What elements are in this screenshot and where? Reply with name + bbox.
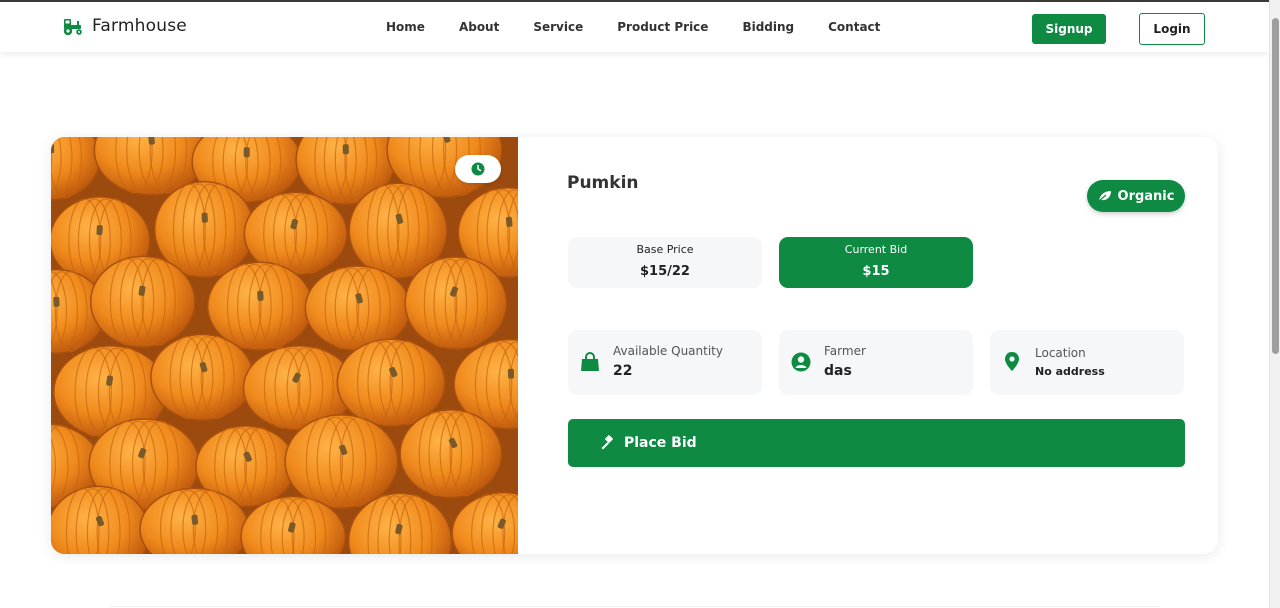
leaf-icon	[1098, 191, 1111, 202]
quantity-box: Available Quantity 22	[568, 330, 762, 395]
pumpkin-shape	[399, 409, 503, 499]
tractor-icon	[63, 19, 82, 36]
nav-link-home[interactable]: Home	[386, 20, 425, 34]
login-button[interactable]: Login	[1139, 13, 1205, 45]
gavel-icon	[601, 435, 613, 450]
pumpkin-shape	[206, 261, 314, 351]
shopping-bag-icon	[581, 352, 599, 371]
base-price-box: Base Price $15/22	[568, 237, 762, 288]
footer-divider	[110, 606, 1160, 607]
place-bid-label: Place Bid	[624, 435, 697, 451]
navbar: Farmhouse Home About Service Product Pri…	[0, 2, 1269, 52]
pumpkin-shape	[336, 338, 446, 428]
pumpkin-shape	[304, 265, 411, 352]
current-bid-value: $15	[862, 264, 890, 279]
nav-link-service[interactable]: Service	[533, 20, 583, 34]
page: Farmhouse Home About Service Product Pri…	[0, 0, 1269, 608]
nav-link-product-price[interactable]: Product Price	[617, 20, 708, 34]
pumpkin-shape	[150, 333, 255, 421]
timer-badge[interactable]	[455, 155, 501, 183]
product-card: Pumkin Organic Base Price $15/22 Current…	[51, 137, 1218, 554]
page-scrollbar[interactable]	[1269, 0, 1280, 608]
nav-link-contact[interactable]: Contact	[828, 20, 880, 34]
quantity-label: Available Quantity	[613, 344, 723, 358]
current-bid-label: Current Bid	[844, 243, 908, 256]
current-bid-box: Current Bid $15	[779, 237, 973, 288]
farmer-label: Farmer	[824, 344, 866, 358]
brand-name: Farmhouse	[92, 16, 187, 36]
scrollbar-thumb[interactable]	[1272, 18, 1279, 354]
farmer-box: Farmer das	[779, 330, 973, 395]
place-bid-button[interactable]: Place Bid	[568, 419, 1185, 467]
farmer-value: das	[824, 363, 852, 379]
map-pin-icon	[1005, 352, 1019, 371]
nav-link-about[interactable]: About	[459, 20, 499, 34]
organic-label: Organic	[1117, 188, 1175, 204]
base-price-value: $15/22	[640, 264, 690, 279]
nav-link-bidding[interactable]: Bidding	[742, 20, 794, 34]
signup-button[interactable]: Signup	[1032, 14, 1106, 44]
clock-icon	[471, 162, 485, 176]
brand-logo[interactable]: Farmhouse	[62, 16, 187, 36]
location-box: Location No address	[990, 330, 1184, 395]
location-label: Location	[1035, 346, 1086, 360]
quantity-value: 22	[613, 363, 633, 379]
product-title: Pumkin	[567, 173, 639, 193]
location-value: No address	[1035, 365, 1105, 378]
pumpkin-shape	[284, 414, 399, 510]
user-circle-icon	[791, 352, 811, 372]
main-nav: Home About Service Product Price Bidding…	[386, 20, 880, 34]
product-image	[51, 137, 518, 554]
pumpkin-shape	[89, 255, 196, 348]
pumpkin-shape	[404, 256, 508, 350]
organic-badge: Organic	[1087, 180, 1185, 212]
pumpkin-photo	[51, 137, 518, 554]
base-price-label: Base Price	[636, 243, 694, 256]
